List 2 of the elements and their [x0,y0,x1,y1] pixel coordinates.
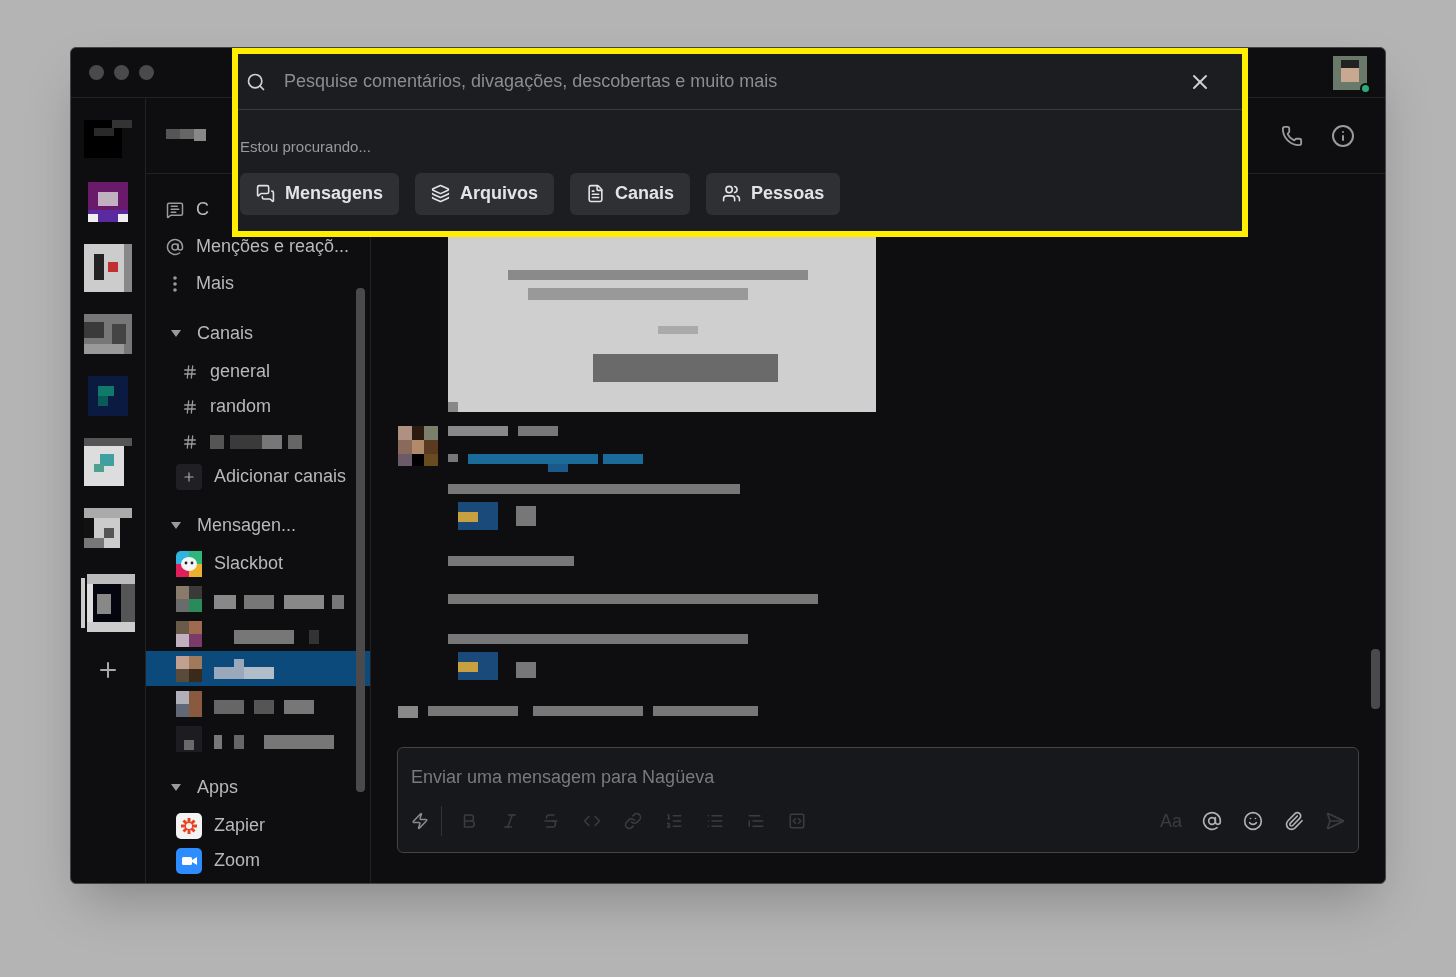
search-hint: Estou procurando... [240,137,372,157]
message-placeholder: Enviar uma mensagem para Nagüeva [411,766,716,789]
